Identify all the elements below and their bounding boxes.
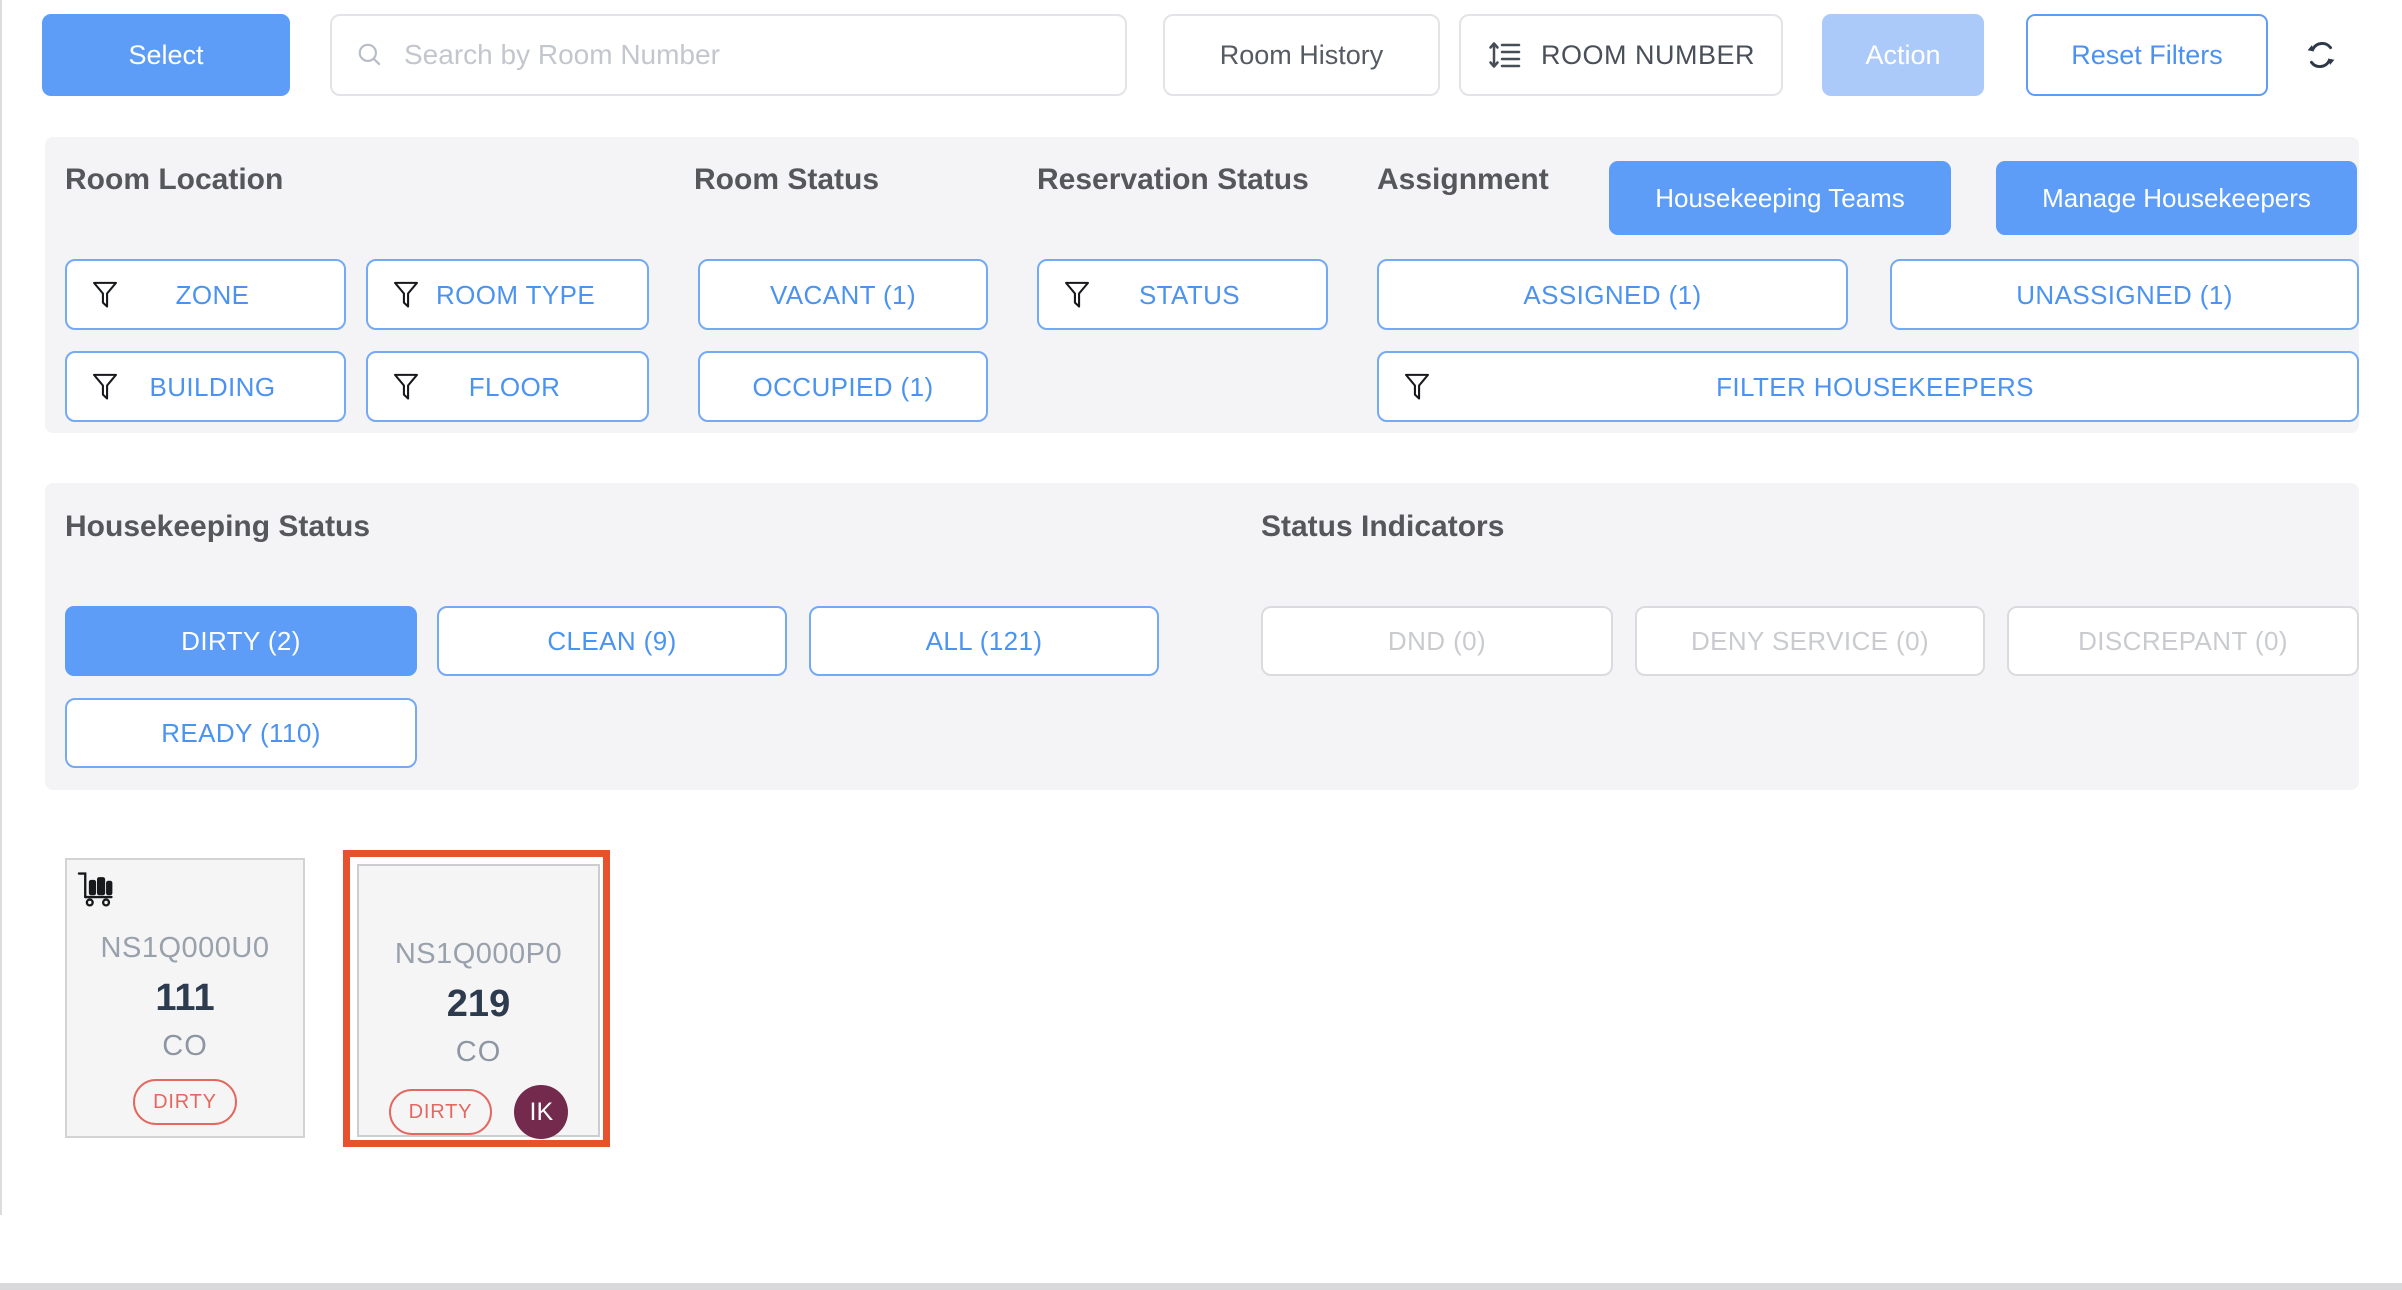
building-filter-label: BUILDING [135, 374, 290, 400]
search-icon [356, 41, 384, 69]
reservation-code: CO [162, 1030, 208, 1063]
reset-filters-button[interactable]: Reset Filters [2026, 14, 2268, 96]
housekeeping-status-title: Housekeeping Status [65, 510, 370, 544]
assignment-title: Assignment [1377, 163, 1549, 197]
room-type-filter-label: ROOM TYPE [436, 282, 595, 308]
housekeeping-room-management-page: Select Room History ROOM NUMBER Action R… [0, 0, 2402, 1290]
funnel-icon [91, 372, 119, 402]
room-number: 111 [155, 977, 214, 1020]
dirty-status-pill: DIRTY [389, 1089, 493, 1135]
occupied-filter-label: OCCUPIED (1) [706, 374, 980, 400]
status-indicators-title: Status Indicators [1261, 510, 1504, 544]
select-button[interactable]: Select [42, 14, 290, 96]
room-card-111[interactable]: NS1Q000U0 111 CO DIRTY [65, 858, 305, 1138]
discrepant-indicator-button[interactable]: DISCREPANT (0) [2007, 606, 2359, 676]
occupied-filter-button[interactable]: OCCUPIED (1) [698, 351, 988, 422]
search-box[interactable] [330, 14, 1127, 96]
unassigned-filter-button[interactable]: UNASSIGNED (1) [1890, 259, 2359, 330]
filter-housekeepers-label: FILTER HOUSEKEEPERS [1447, 374, 2303, 400]
funnel-icon [1063, 280, 1091, 310]
funnel-icon [1403, 372, 1431, 402]
reservation-code: CO [456, 1036, 502, 1069]
assigned-filter-button[interactable]: ASSIGNED (1) [1377, 259, 1848, 330]
deny-service-indicator-button[interactable]: DENY SERVICE (0) [1635, 606, 1985, 676]
vacant-filter-button[interactable]: VACANT (1) [698, 259, 988, 330]
page-bottom-border [0, 1283, 2402, 1290]
floor-filter-button[interactable]: FLOOR [366, 351, 649, 422]
room-status-title: Room Status [694, 163, 879, 197]
room-location-title: Room Location [65, 163, 283, 197]
funnel-icon [91, 280, 119, 310]
zone-filter-button[interactable]: ZONE [65, 259, 346, 330]
room-code: NS1Q000U0 [101, 932, 270, 965]
funnel-icon [392, 372, 420, 402]
sort-button[interactable]: ROOM NUMBER [1459, 14, 1783, 96]
room-card-219[interactable]: NS1Q000P0 219 CO DIRTY IK [357, 864, 600, 1137]
funnel-icon [392, 280, 420, 310]
ready-filter-button[interactable]: READY (110) [65, 698, 417, 768]
reservation-status-filter-button[interactable]: STATUS [1037, 259, 1328, 330]
page-left-border [0, 0, 2, 1215]
dirty-filter-button[interactable]: DIRTY (2) [65, 606, 417, 676]
room-card-219-selected-frame: NS1Q000P0 219 CO DIRTY IK [343, 850, 610, 1147]
refresh-icon[interactable] [2296, 30, 2346, 80]
reservation-status-filter-label: STATUS [1107, 282, 1272, 308]
room-code: NS1Q000P0 [395, 938, 562, 971]
dnd-indicator-button[interactable]: DND (0) [1261, 606, 1613, 676]
filter-housekeepers-button[interactable]: FILTER HOUSEKEEPERS [1377, 351, 2359, 422]
clean-filter-button[interactable]: CLEAN (9) [437, 606, 787, 676]
vacant-filter-label: VACANT (1) [706, 282, 980, 308]
sort-label: ROOM NUMBER [1541, 42, 1755, 69]
sort-icon [1487, 40, 1523, 70]
luggage-cart-icon [76, 869, 118, 912]
manage-housekeepers-button[interactable]: Manage Housekeepers [1996, 161, 2357, 235]
dirty-status-pill: DIRTY [133, 1079, 237, 1125]
floor-filter-label: FLOOR [436, 374, 593, 400]
room-number: 219 [447, 983, 510, 1026]
room-type-filter-button[interactable]: ROOM TYPE [366, 259, 649, 330]
action-button[interactable]: Action [1822, 14, 1984, 96]
assigned-filter-label: ASSIGNED (1) [1385, 282, 1840, 308]
room-history-button[interactable]: Room History [1163, 14, 1440, 96]
housekeeping-teams-button[interactable]: Housekeeping Teams [1609, 161, 1951, 235]
unassigned-filter-label: UNASSIGNED (1) [1898, 282, 2351, 308]
reservation-status-title: Reservation Status [1037, 163, 1309, 197]
zone-filter-label: ZONE [135, 282, 290, 308]
housekeeper-initials-badge[interactable]: IK [514, 1085, 568, 1139]
all-filter-button[interactable]: ALL (121) [809, 606, 1159, 676]
building-filter-button[interactable]: BUILDING [65, 351, 346, 422]
search-input[interactable] [402, 38, 1101, 72]
